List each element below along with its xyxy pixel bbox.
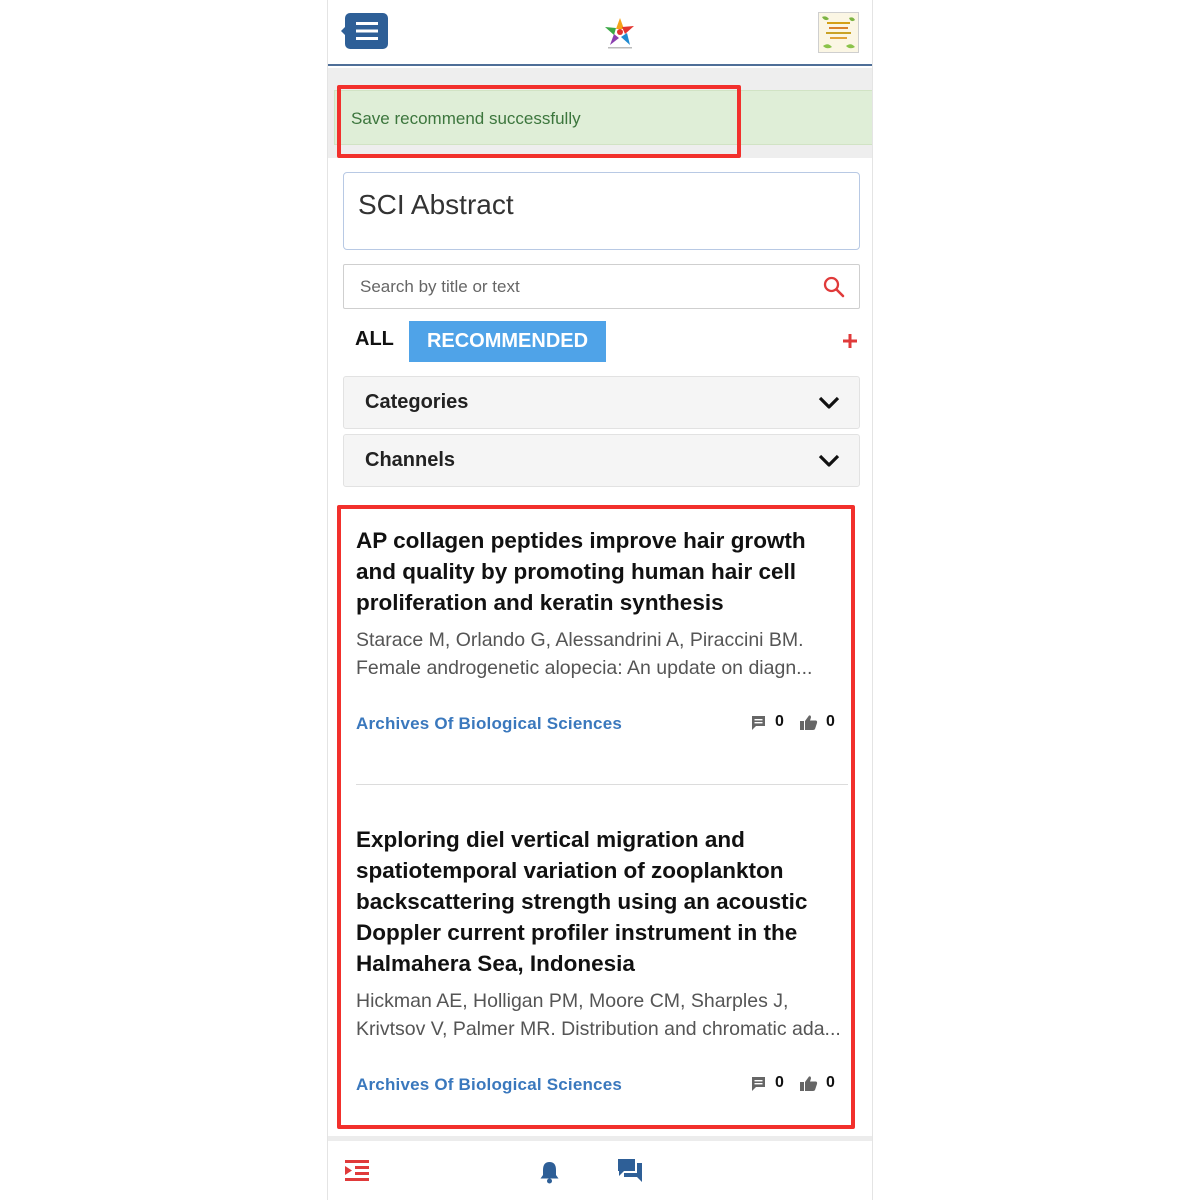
chevron-down-icon	[818, 396, 840, 409]
categories-label: Categories	[365, 391, 469, 413]
hamburger-menu-icon[interactable]	[341, 11, 389, 51]
page-title: SCI Abstract	[358, 189, 514, 220]
search-input[interactable]	[360, 275, 800, 299]
highlight-box-articles	[337, 505, 855, 1129]
app-logo[interactable]	[600, 16, 640, 50]
bell-icon[interactable]	[539, 1160, 560, 1184]
search-bar	[343, 264, 860, 309]
user-avatar[interactable]	[818, 12, 859, 53]
channels-label: Channels	[365, 449, 456, 471]
search-icon[interactable]	[823, 276, 845, 298]
bottom-navbar	[328, 1141, 872, 1200]
add-plus-icon[interactable]	[841, 332, 859, 350]
top-navbar	[328, 0, 872, 66]
highlight-box-alert	[337, 85, 741, 158]
list-indent-icon[interactable]	[344, 1159, 370, 1183]
chat-icon[interactable]	[617, 1158, 643, 1184]
app-screen: Save recommend successfully SCI Abstract…	[327, 0, 873, 1200]
tab-recommended[interactable]: RECOMMENDED	[409, 321, 606, 362]
categories-dropdown[interactable]: Categories	[343, 376, 860, 429]
tab-all[interactable]: ALL	[355, 328, 394, 351]
page-title-box: SCI Abstract	[343, 172, 860, 250]
channels-dropdown[interactable]: Channels	[343, 434, 860, 487]
chevron-down-icon	[818, 454, 840, 467]
